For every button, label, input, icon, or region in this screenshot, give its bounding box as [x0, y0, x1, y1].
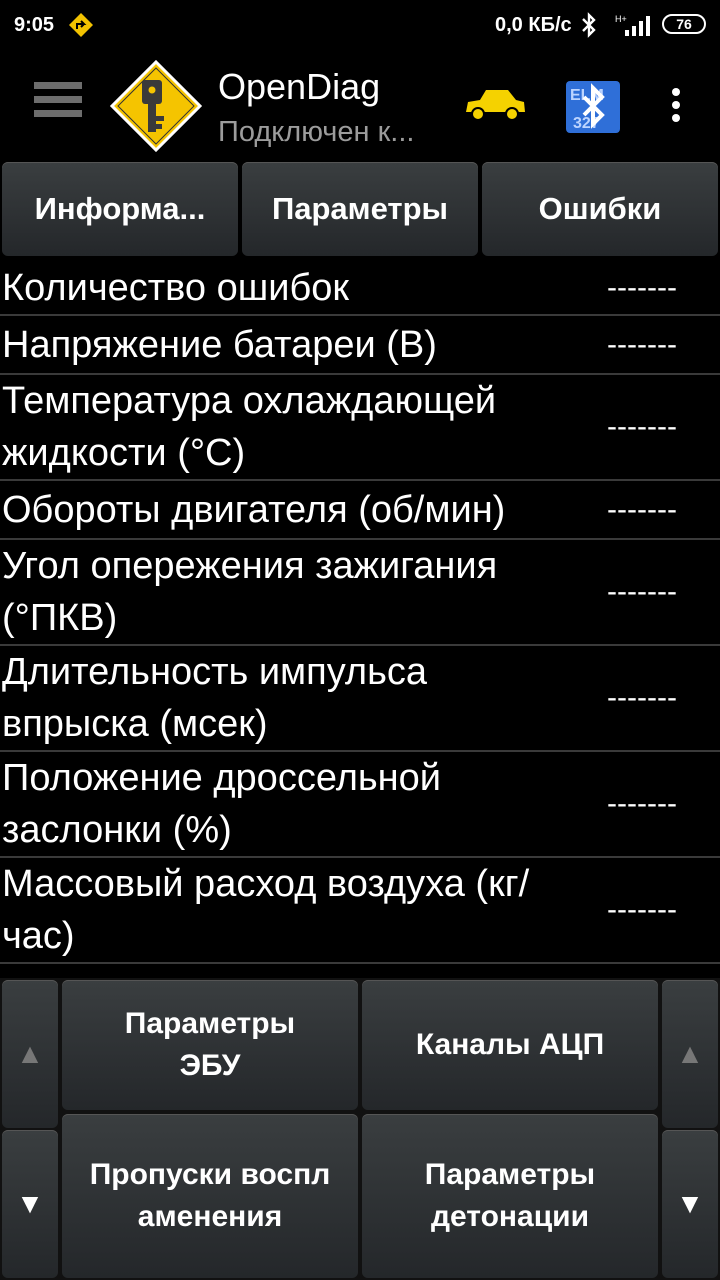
param-value: -------: [607, 893, 677, 926]
app-title: OpenDiag: [218, 66, 381, 107]
scroll-down-left-button[interactable]: ▼: [2, 1130, 58, 1278]
navigation-pin-icon: [68, 12, 94, 43]
connection-status: Подключен к...: [218, 116, 415, 148]
parameter-list[interactable]: Количество ошибок ------- Напряжение бат…: [0, 262, 720, 978]
tab-errors[interactable]: Ошибки: [482, 162, 718, 256]
param-label: Обороты двигателя (об/мин): [2, 488, 506, 531]
bluetooth-elm-icon[interactable]: ELM 327: [565, 80, 621, 139]
signal-strength-icon: H+: [613, 12, 653, 43]
param-label: Напряжение батареи (В): [2, 323, 437, 366]
status-time: 9:05: [14, 14, 55, 36]
knock-params-label: Параметры детонации: [424, 1158, 596, 1233]
param-value: -------: [607, 787, 677, 820]
param-row-injection-pulse: Длительность импульса впрыска (мсек) ---…: [0, 646, 720, 752]
ecu-params-button[interactable]: Параметры ЭБУ: [62, 980, 358, 1110]
misfire-label: Пропуски воспламенения: [89, 1158, 331, 1233]
network-speed: 0,0 КБ/с: [495, 14, 572, 36]
param-label: Длительность импульса впрыска (мсек): [2, 651, 428, 745]
param-value: -------: [607, 271, 677, 304]
scroll-up-right-button[interactable]: ▲: [662, 980, 718, 1128]
battery-indicator: 76: [662, 14, 706, 34]
param-row-mass-air-flow: Массовый расход воздуха (кг/час) -------: [0, 858, 720, 964]
status-bar: 9:05 0,0 КБ/с H+ 76: [0, 0, 720, 52]
bottom-panel: ▲ ▼ Параметры ЭБУ Каналы АЦП Пропуски во…: [0, 978, 720, 1280]
param-row-battery-voltage: Напряжение батареи (В) -------: [0, 316, 720, 375]
ecu-params-label: Параметры ЭБУ: [124, 1007, 296, 1082]
param-label: Количество ошибок: [2, 267, 349, 309]
adc-channels-button[interactable]: Каналы АЦП: [362, 980, 658, 1110]
param-row-ignition-timing: Угол опережения зажигания (°ПКВ) -------: [0, 540, 720, 646]
scroll-down-right-button[interactable]: ▼: [662, 1130, 718, 1278]
param-value: -------: [607, 681, 677, 714]
param-label: Температура охлаждающей жидкости (°C): [2, 380, 497, 474]
param-row-engine-rpm: Обороты двигателя (об/мин) -------: [0, 481, 720, 540]
param-value: -------: [607, 575, 677, 608]
action-bar: OpenDiag Подключен к... ELM 327: [0, 52, 720, 160]
param-label: Массовый расход воздуха (кг/час): [2, 863, 530, 957]
param-value: -------: [607, 410, 677, 443]
misfire-button[interactable]: Пропуски воспламенения: [62, 1114, 358, 1278]
bluetooth-status-icon: [580, 12, 598, 43]
param-row-throttle-position: Положение дроссельной заслонки (%) -----…: [0, 752, 720, 858]
tab-parameters[interactable]: Параметры: [242, 162, 478, 256]
param-row-coolant-temp: Температура охлаждающей жидкости (°C) --…: [0, 375, 720, 481]
tab-info[interactable]: Информа...: [2, 162, 238, 256]
param-label: Угол опережения зажигания (°ПКВ): [2, 545, 498, 639]
app-logo-icon: [109, 59, 203, 157]
param-value: -------: [607, 327, 677, 361]
adc-channels-label: Каналы АЦП: [415, 1028, 605, 1061]
svg-text:H+: H+: [615, 14, 627, 24]
param-label: Положение дроссельной заслонки (%): [2, 757, 442, 851]
scroll-up-left-button[interactable]: ▲: [2, 980, 58, 1128]
overflow-menu-icon[interactable]: [670, 88, 682, 127]
param-value: -------: [607, 492, 677, 526]
car-icon[interactable]: [462, 84, 528, 129]
tab-bar: Информа... Параметры Ошибки: [0, 162, 720, 258]
menu-icon[interactable]: [34, 82, 82, 130]
param-row-error-count: Количество ошибок -------: [0, 262, 720, 316]
knock-params-button[interactable]: Параметры детонации: [362, 1114, 658, 1278]
